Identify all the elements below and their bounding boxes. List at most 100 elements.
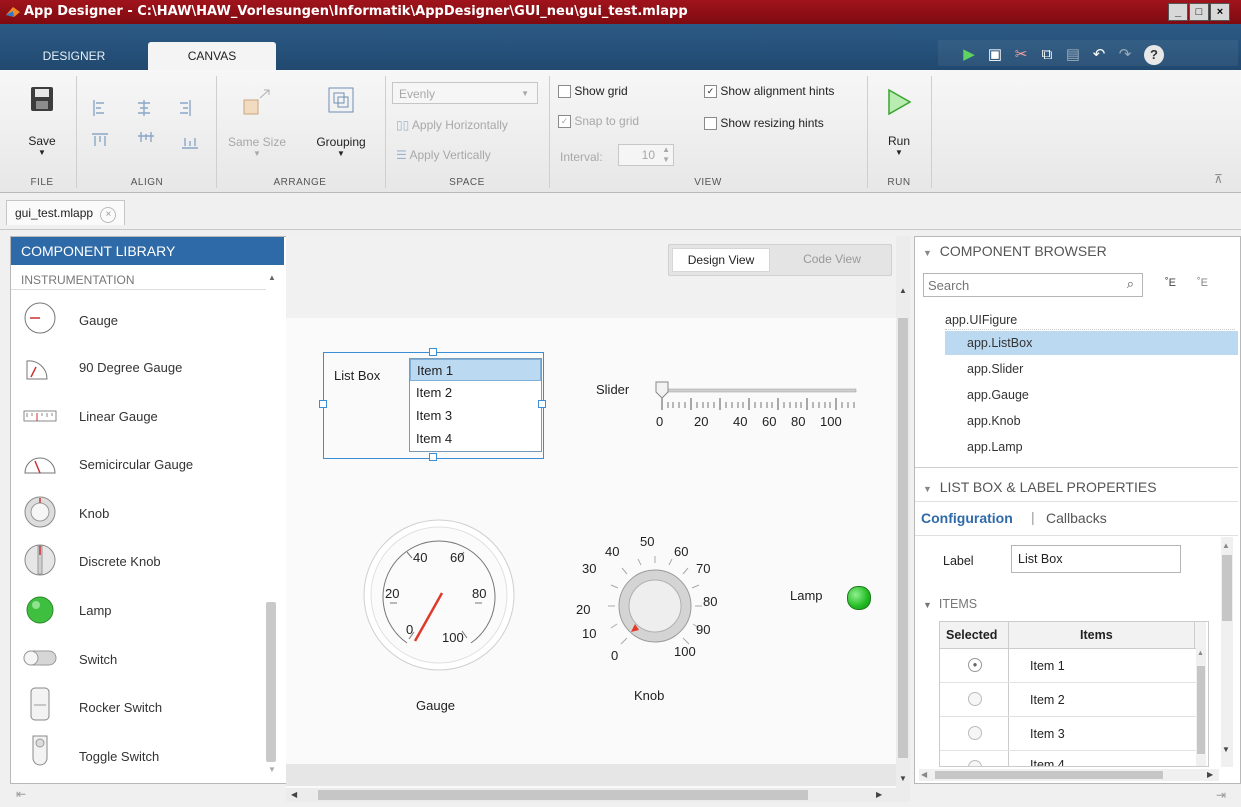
- column-divider: [1194, 622, 1195, 648]
- minimize-button[interactable]: _: [1168, 3, 1188, 21]
- table-cell-item[interactable]: Item 4: [1030, 758, 1065, 766]
- label-field-input[interactable]: List Box: [1011, 545, 1181, 573]
- collapse-right-icon[interactable]: ⇥: [1216, 788, 1226, 802]
- canvas-hscroll-thumb[interactable]: [318, 790, 808, 800]
- tree-item[interactable]: app.ListBox: [967, 336, 1032, 350]
- collapse-arrow-icon[interactable]: ▼: [923, 600, 932, 610]
- scroll-left-icon[interactable]: ◀: [291, 790, 297, 799]
- resize-handle[interactable]: [319, 400, 327, 408]
- scroll-up-icon[interactable]: ▲: [268, 273, 276, 282]
- expand-tree-icon[interactable]: ˚E: [1165, 277, 1176, 289]
- close-button[interactable]: ×: [1210, 3, 1230, 21]
- scroll-left-icon[interactable]: ◀: [921, 770, 927, 779]
- same-size-button[interactable]: Same Size ▼: [224, 135, 290, 158]
- grouping-button[interactable]: Grouping ▼: [308, 135, 374, 158]
- copy-icon[interactable]: ⧉: [1036, 44, 1058, 66]
- save-quick-icon[interactable]: ▣: [984, 44, 1006, 66]
- resize-handle[interactable]: [429, 453, 437, 461]
- help-icon[interactable]: ?: [1144, 45, 1164, 65]
- undo-icon[interactable]: ↶: [1088, 44, 1110, 66]
- collapse-arrow-icon[interactable]: ▼: [923, 248, 932, 258]
- radio-unselected[interactable]: [968, 726, 982, 740]
- tab-designer[interactable]: DESIGNER: [24, 42, 124, 70]
- run-quick-icon[interactable]: ▶: [958, 44, 980, 66]
- properties-vscroll-thumb[interactable]: [1222, 555, 1232, 621]
- apply-vertically-button[interactable]: ☰ Apply Vertically: [396, 148, 491, 162]
- snap-to-grid-label: Snap to grid: [574, 114, 640, 128]
- library-scrollbar[interactable]: [266, 602, 276, 762]
- run-button[interactable]: Run ▼: [876, 134, 922, 157]
- gauge-tick-labels: 0 20 40 60 80 100: [362, 518, 516, 672]
- library-item-knob[interactable]: Knob: [79, 506, 109, 521]
- collapse-ribbon-icon[interactable]: ⊼: [1214, 172, 1223, 186]
- close-tab-icon[interactable]: ×: [100, 207, 117, 223]
- save-button[interactable]: Save ▼: [22, 134, 62, 157]
- cut-icon[interactable]: ✂: [1010, 44, 1032, 66]
- scroll-up-icon[interactable]: ▲: [899, 286, 907, 295]
- show-resizing-hints-label: Show resizing hints: [720, 116, 824, 130]
- library-item-toggle-switch[interactable]: Toggle Switch: [79, 749, 159, 764]
- design-view-button[interactable]: Design View: [672, 248, 770, 272]
- library-item-discrete-knob[interactable]: Discrete Knob: [79, 554, 161, 569]
- library-item-switch[interactable]: Switch: [79, 652, 117, 667]
- table-vscroll-thumb[interactable]: [1197, 666, 1205, 754]
- radio-selected[interactable]: ●: [968, 658, 982, 672]
- show-alignment-hints-checkbox[interactable]: ✓ Show alignment hints: [704, 84, 834, 99]
- tree-item[interactable]: app.Knob: [967, 414, 1021, 428]
- snap-to-grid-checkbox[interactable]: ✓ Snap to grid: [558, 114, 640, 129]
- canvas-vscroll-thumb[interactable]: [898, 318, 908, 758]
- redo-icon[interactable]: ↷: [1114, 44, 1136, 66]
- interval-spinner[interactable]: 10 ▲ ▼: [618, 144, 674, 166]
- tree-item[interactable]: app.Gauge: [967, 388, 1029, 402]
- scroll-up-icon[interactable]: ▲: [1222, 541, 1230, 550]
- paste-icon[interactable]: ▤: [1062, 44, 1084, 66]
- scroll-right-icon[interactable]: ▶: [876, 790, 882, 799]
- collapse-arrow-icon[interactable]: ▼: [923, 484, 932, 494]
- apply-horizontally-button[interactable]: ▯▯ Apply Horizontally: [396, 118, 508, 132]
- library-item-semicircular-gauge[interactable]: Semicircular Gauge: [79, 457, 193, 472]
- align-buttons[interactable]: [90, 98, 210, 158]
- table-cell-item[interactable]: Item 3: [1030, 727, 1065, 741]
- listbox-item[interactable]: Item 3: [410, 404, 541, 427]
- tab-configuration[interactable]: Configuration: [921, 510, 1013, 526]
- component-search[interactable]: ⌕: [923, 273, 1143, 297]
- collapse-left-icon[interactable]: ⇤: [16, 787, 26, 801]
- show-resizing-hints-checkbox[interactable]: Show resizing hints: [704, 116, 824, 131]
- library-item-90-degree-gauge[interactable]: 90 Degree Gauge: [79, 360, 182, 375]
- spacing-dropdown[interactable]: Evenly ▼: [392, 82, 538, 104]
- library-item-linear-gauge[interactable]: Linear Gauge: [79, 409, 158, 424]
- tree-item[interactable]: app.Slider: [967, 362, 1023, 376]
- table-cell-item[interactable]: Item 1: [1030, 659, 1065, 673]
- resize-handle[interactable]: [429, 348, 437, 356]
- tree-root[interactable]: app.UIFigure: [945, 313, 1017, 327]
- library-item-rocker-switch[interactable]: Rocker Switch: [79, 700, 162, 715]
- radio-unselected[interactable]: [968, 760, 982, 766]
- show-grid-checkbox[interactable]: Show grid: [558, 84, 628, 99]
- scroll-down-icon[interactable]: ▼: [1222, 745, 1230, 754]
- code-view-button[interactable]: Code View: [780, 248, 884, 270]
- radio-unselected[interactable]: [968, 692, 982, 706]
- listbox-item[interactable]: Item 1: [410, 359, 541, 381]
- lamp[interactable]: [847, 586, 871, 610]
- resize-handle[interactable]: [538, 400, 546, 408]
- maximize-button[interactable]: □: [1189, 3, 1209, 21]
- tree-item[interactable]: app.Lamp: [967, 440, 1023, 454]
- apply-horizontally-label: Apply Horizontally: [411, 118, 508, 132]
- tab-callbacks[interactable]: Callbacks: [1046, 510, 1107, 526]
- document-tab[interactable]: gui_test.mlapp ×: [6, 200, 126, 225]
- listbox-item[interactable]: Item 2: [410, 381, 541, 404]
- listbox[interactable]: Item 1 Item 2 Item 3 Item 4: [409, 358, 542, 452]
- library-item-lamp[interactable]: Lamp: [79, 603, 112, 618]
- tab-canvas[interactable]: CANVAS: [148, 42, 276, 70]
- group-label-align: ALIGN: [130, 177, 164, 188]
- table-cell-item[interactable]: Item 2: [1030, 693, 1065, 707]
- scroll-up-icon[interactable]: ▲: [1197, 650, 1204, 657]
- search-input[interactable]: [924, 274, 1110, 296]
- scroll-down-icon[interactable]: ▼: [268, 765, 276, 774]
- properties-hscroll-thumb[interactable]: [935, 771, 1163, 779]
- scroll-down-icon[interactable]: ▼: [899, 774, 907, 783]
- collapse-tree-icon[interactable]: ˚E: [1197, 277, 1208, 289]
- library-item-gauge[interactable]: Gauge: [79, 313, 118, 328]
- scroll-right-icon[interactable]: ▶: [1207, 770, 1213, 779]
- listbox-item[interactable]: Item 4: [410, 427, 541, 450]
